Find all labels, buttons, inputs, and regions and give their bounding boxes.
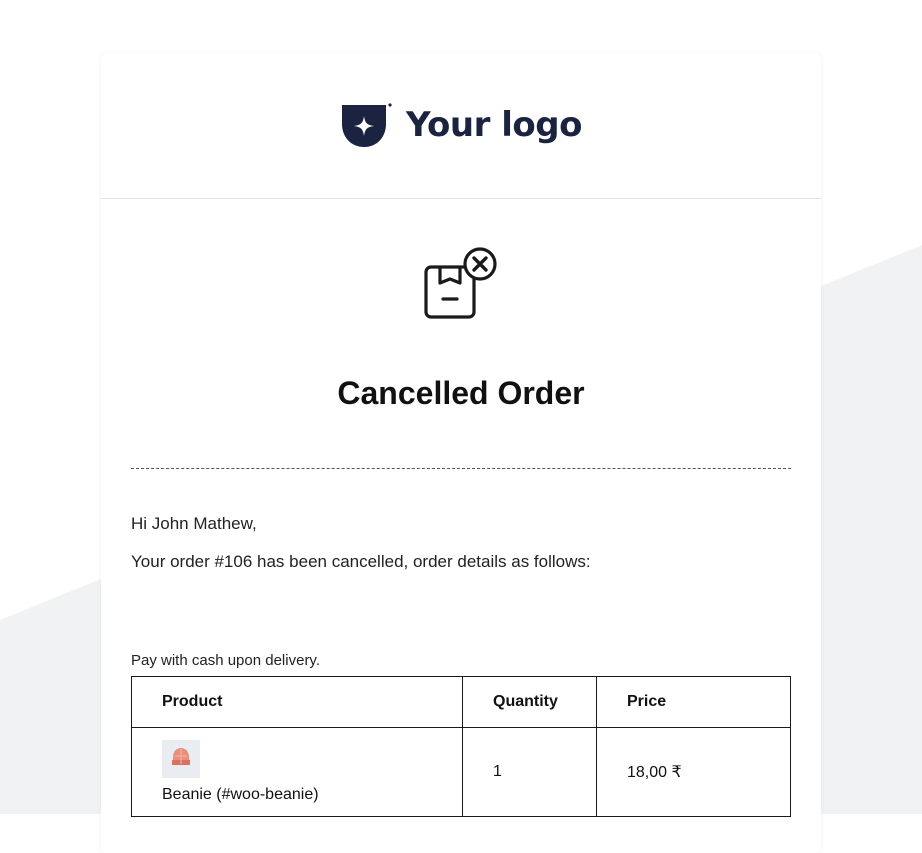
shield-star-icon: [340, 102, 392, 150]
column-header-product: Product: [131, 676, 463, 728]
beanie-icon: [171, 746, 191, 773]
page-title: Cancelled Order: [337, 375, 585, 411]
product-cell: Beanie (#woo-beanie): [131, 727, 463, 817]
product-thumbnail[interactable]: [162, 740, 200, 778]
logo: Your logo: [340, 102, 582, 150]
column-header-price: Price: [596, 676, 791, 728]
table-row: Beanie (#woo-beanie) 1 18,00 ₹: [131, 727, 791, 817]
cancellation-message: Your order #106 has been cancelled, orde…: [131, 552, 591, 571]
package-cancel-icon: [424, 247, 502, 330]
price-cell: 18,00 ₹: [596, 727, 791, 817]
product-name: Beanie (#woo-beanie): [162, 786, 319, 803]
divider: [131, 468, 791, 469]
quantity-cell: 1: [462, 727, 597, 817]
order-table: Product Quantity Price Beanie (#woo-bean…: [131, 676, 791, 817]
logo-text: Your logo: [406, 104, 582, 145]
email-card: Your logo Cancelled Order Hi John Mathew…: [101, 53, 821, 853]
payment-note: Pay with cash upon delivery.: [131, 652, 320, 669]
email-header: Your logo: [101, 53, 821, 199]
table-header-row: Product Quantity Price: [131, 676, 791, 728]
greeting-text: Hi John Mathew,: [131, 514, 257, 533]
column-header-quantity: Quantity: [462, 676, 597, 728]
